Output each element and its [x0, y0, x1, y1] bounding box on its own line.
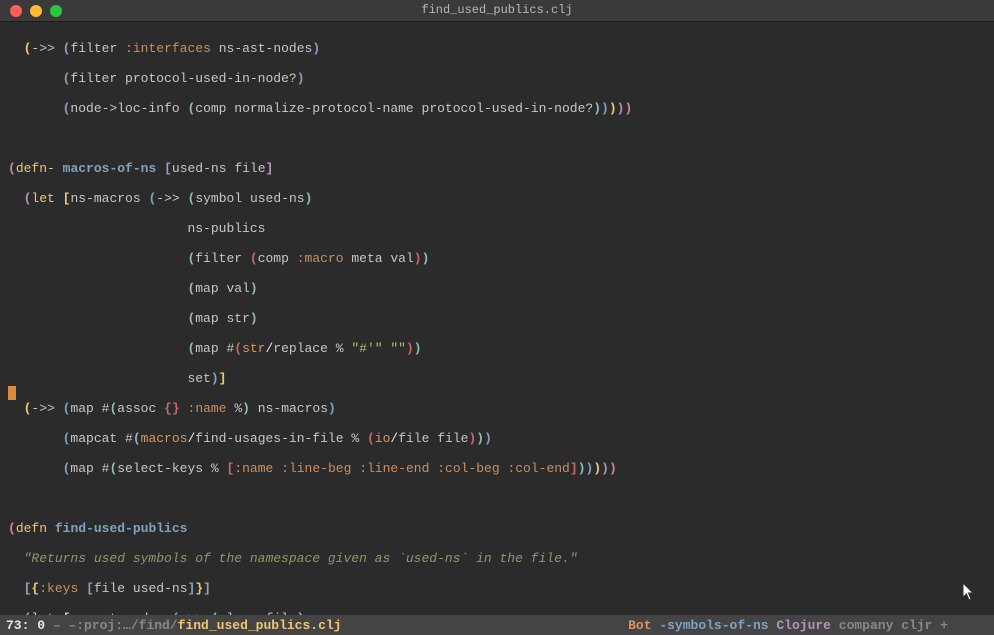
- code-line: (->> (map #(assoc {} :name %) ns-macros): [8, 401, 994, 416]
- window-title: find_used_publics.clj: [0, 3, 994, 18]
- code-line: (map #(str/replace % "#'" "")): [8, 341, 994, 356]
- code-line: "Returns used symbols of the namespace g…: [8, 551, 994, 566]
- editor-area[interactable]: (->> (filter :interfaces ns-ast-nodes) (…: [0, 22, 994, 615]
- statusbar-position: 73: 0 – –:proj:…/find/find_used_publics.…: [6, 618, 341, 633]
- cursor: [8, 386, 16, 400]
- code-line: [8, 491, 994, 506]
- titlebar: find_used_publics.clj: [0, 0, 994, 22]
- code-line: [8, 131, 994, 146]
- code-line: (defn find-used-publics: [8, 521, 994, 536]
- code-line: (map #(select-keys % [:name :line-beg :l…: [8, 461, 994, 476]
- code-line: (->> (filter :interfaces ns-ast-nodes): [8, 41, 994, 56]
- code-line: [{:keys [file used-ns]}]: [8, 581, 994, 596]
- code-line: (mapcat #(macros/find-usages-in-file % (…: [8, 431, 994, 446]
- code-line: (defn- macros-of-ns [used-ns file]: [8, 161, 994, 176]
- minimize-icon[interactable]: [30, 5, 42, 17]
- code-line: (filter (comp :macro meta val)): [8, 251, 994, 266]
- statusbar-mode: Bot -symbols-of-ns Clojure company cljr …: [628, 618, 988, 633]
- close-icon[interactable]: [10, 5, 22, 17]
- code-line: (node->loc-info (comp normalize-protocol…: [8, 101, 994, 116]
- code-line: (let [ns-macros (->> (symbol used-ns): [8, 191, 994, 206]
- code-line: (filter protocol-used-in-node?): [8, 71, 994, 86]
- code-line: set)]: [8, 371, 994, 386]
- statusbar: 73: 0 – –:proj:…/find/find_used_publics.…: [0, 615, 994, 635]
- code-line: (map str): [8, 311, 994, 326]
- code-line: ns-publics: [8, 221, 994, 236]
- zoom-icon[interactable]: [50, 5, 62, 17]
- traffic-lights: [0, 5, 62, 17]
- code-line: (map val): [8, 281, 994, 296]
